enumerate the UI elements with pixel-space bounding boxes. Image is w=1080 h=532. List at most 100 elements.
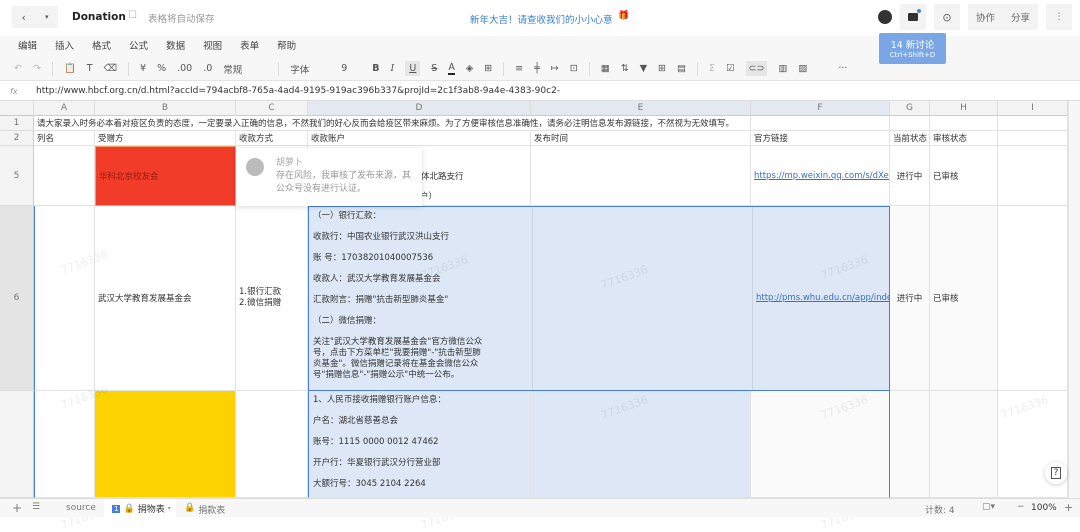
- present-button[interactable]: ⊙: [934, 4, 960, 30]
- sort-icon[interactable]: ⇅: [621, 63, 629, 74]
- currency-button[interactable]: ¥: [140, 63, 146, 74]
- freeze-icon[interactable]: ▦: [601, 63, 610, 74]
- cell[interactable]: [34, 146, 95, 206]
- review-cell[interactable]: 已审核: [930, 206, 998, 391]
- format-painter-icon[interactable]: T: [87, 63, 93, 74]
- column-header-d[interactable]: D: [308, 101, 531, 116]
- link-cell[interactable]: https://mp.weixin.qq.com/s/dXed5M: [751, 146, 890, 206]
- column-header-a[interactable]: A: [34, 101, 95, 116]
- header-cell[interactable]: 列名: [34, 131, 95, 146]
- decimal-remove-button[interactable]: .0: [203, 63, 212, 74]
- select-all-corner[interactable]: [0, 101, 34, 116]
- spreadsheet-grid[interactable]: A B C D E F G H I 1 2 5 6 请大家录入时务必本着对疫区负责的态度，一定要录入正确的…: [0, 101, 1068, 532]
- review-cell[interactable]: 已审核: [930, 146, 998, 206]
- tab-money[interactable]: 🔒 捐款表: [184, 503, 225, 516]
- fill-color-icon[interactable]: ◈: [466, 63, 473, 74]
- row-header[interactable]: 6: [0, 206, 34, 391]
- header-cell[interactable]: 当前状态: [890, 131, 930, 146]
- formula-input[interactable]: http://www.hbcf.org.cn/d.html?accId=794a…: [36, 82, 560, 101]
- font-select[interactable]: 字体: [290, 62, 330, 76]
- menu-item[interactable]: 公式: [129, 36, 148, 57]
- image-icon[interactable]: ▨: [798, 63, 807, 74]
- header-cell[interactable]: 发布时间: [531, 131, 751, 146]
- decimal-add-button[interactable]: .00: [177, 63, 192, 74]
- collab-button[interactable]: 协作: [976, 10, 995, 24]
- column-header-b[interactable]: B: [95, 101, 236, 116]
- cell[interactable]: [34, 391, 95, 498]
- undo-icon[interactable]: ↶: [14, 63, 22, 74]
- chart-icon[interactable]: ▥: [778, 63, 787, 74]
- account-cell[interactable]: 1、人民币接收捐赠银行账户信息： 户名：湖北省慈善总会 账号：1115 0000 0…: [308, 391, 531, 498]
- share-button[interactable]: 分享: [1011, 10, 1030, 24]
- italic-button[interactable]: I: [391, 63, 395, 74]
- cell[interactable]: [890, 116, 930, 131]
- row-header[interactable]: 1: [0, 116, 34, 131]
- menu-item[interactable]: 视图: [203, 36, 222, 57]
- cell[interactable]: [930, 391, 998, 498]
- status-cell[interactable]: 进行中: [890, 206, 930, 391]
- official-link[interactable]: http://pms.whu.edu.cn/app/index.ph: [756, 293, 889, 304]
- recipient-cell[interactable]: 华科北京校友会: [95, 146, 236, 206]
- help-button[interactable]: ?: [1045, 462, 1067, 484]
- row-header[interactable]: 2: [0, 131, 34, 146]
- cell[interactable]: [751, 116, 890, 131]
- tab-goods[interactable]: 1 🔒 捐物表 ▾: [104, 499, 176, 518]
- border-icon[interactable]: ⊞: [484, 63, 492, 74]
- sum-icon[interactable]: Σ: [709, 63, 715, 74]
- cell[interactable]: [236, 391, 308, 498]
- text-color-button[interactable]: A: [448, 62, 455, 75]
- cell[interactable]: [531, 391, 751, 498]
- menu-item[interactable]: 表单: [240, 36, 259, 57]
- table-icon[interactable]: ⊞: [658, 63, 666, 74]
- avatar[interactable]: [878, 10, 892, 24]
- align-icon[interactable]: ≡: [515, 63, 523, 74]
- header-cell[interactable]: [998, 131, 1068, 146]
- link-icon[interactable]: ⊂⊃: [745, 61, 768, 76]
- view-mode-icon[interactable]: ▢▾: [982, 502, 995, 512]
- more-tools-icon[interactable]: ···: [838, 63, 847, 74]
- more-button[interactable]: ⋮: [1046, 4, 1072, 30]
- merge-icon[interactable]: ⊡: [570, 63, 578, 74]
- paste-icon[interactable]: 📋: [64, 63, 76, 74]
- checkbox-icon[interactable]: ☑: [726, 63, 735, 74]
- column-header-c[interactable]: C: [236, 101, 308, 116]
- column-header-h[interactable]: H: [930, 101, 998, 116]
- sheet-list-icon[interactable]: ☰: [32, 502, 40, 512]
- add-sheet-icon[interactable]: +: [12, 502, 22, 514]
- recipient-cell[interactable]: [95, 391, 236, 498]
- column-header-e[interactable]: E: [531, 101, 751, 116]
- instruction-cell[interactable]: 请大家录入时务必本着对疫区负责的态度，一定要录入正确的信息，不然我们的好心反而会…: [34, 116, 751, 131]
- filter-icon[interactable]: ▼: [640, 63, 647, 74]
- cell[interactable]: [998, 206, 1068, 391]
- header-cell[interactable]: 收款方式: [236, 131, 308, 146]
- doc-title[interactable]: Donation: [72, 11, 126, 23]
- percent-button[interactable]: %: [157, 63, 166, 74]
- cell[interactable]: [998, 146, 1068, 206]
- strikethrough-button[interactable]: S: [431, 63, 437, 74]
- menu-item[interactable]: 格式: [92, 36, 111, 57]
- method-cell[interactable]: 1.银行汇款 2.微信捐赠: [236, 206, 308, 391]
- discussion-button[interactable]: [900, 4, 926, 30]
- tab-source[interactable]: source: [66, 503, 96, 513]
- link-cell[interactable]: http://pms.whu.edu.cn/app/index.ph: [752, 207, 889, 390]
- cell[interactable]: [751, 391, 890, 498]
- header-cell[interactable]: 受赠方: [95, 131, 236, 146]
- menu-item[interactable]: 数据: [166, 36, 185, 57]
- menu-item[interactable]: 插入: [55, 36, 74, 57]
- cell[interactable]: [531, 146, 751, 206]
- eraser-icon[interactable]: ⌫: [104, 63, 117, 74]
- number-format-select[interactable]: 常规: [223, 62, 267, 76]
- vertical-scrollbar[interactable]: [1068, 101, 1080, 498]
- zoom-in-button[interactable]: +: [1064, 501, 1073, 514]
- font-size-select[interactable]: 9: [341, 63, 361, 74]
- promo-banner[interactable]: 新年大吉！请查收我们的小小心意: [470, 12, 613, 26]
- header-cell[interactable]: 官方链接: [751, 131, 890, 146]
- conditional-format-icon[interactable]: ▤: [677, 63, 686, 74]
- cell[interactable]: [890, 391, 930, 498]
- date-cell[interactable]: [532, 207, 533, 390]
- official-link[interactable]: https://mp.weixin.qq.com/s/dXed5M: [754, 171, 889, 181]
- status-cell[interactable]: 进行中: [890, 146, 930, 206]
- menu-item[interactable]: 帮助: [277, 36, 296, 57]
- cell[interactable]: [998, 116, 1068, 131]
- menu-item[interactable]: 编辑: [18, 36, 37, 57]
